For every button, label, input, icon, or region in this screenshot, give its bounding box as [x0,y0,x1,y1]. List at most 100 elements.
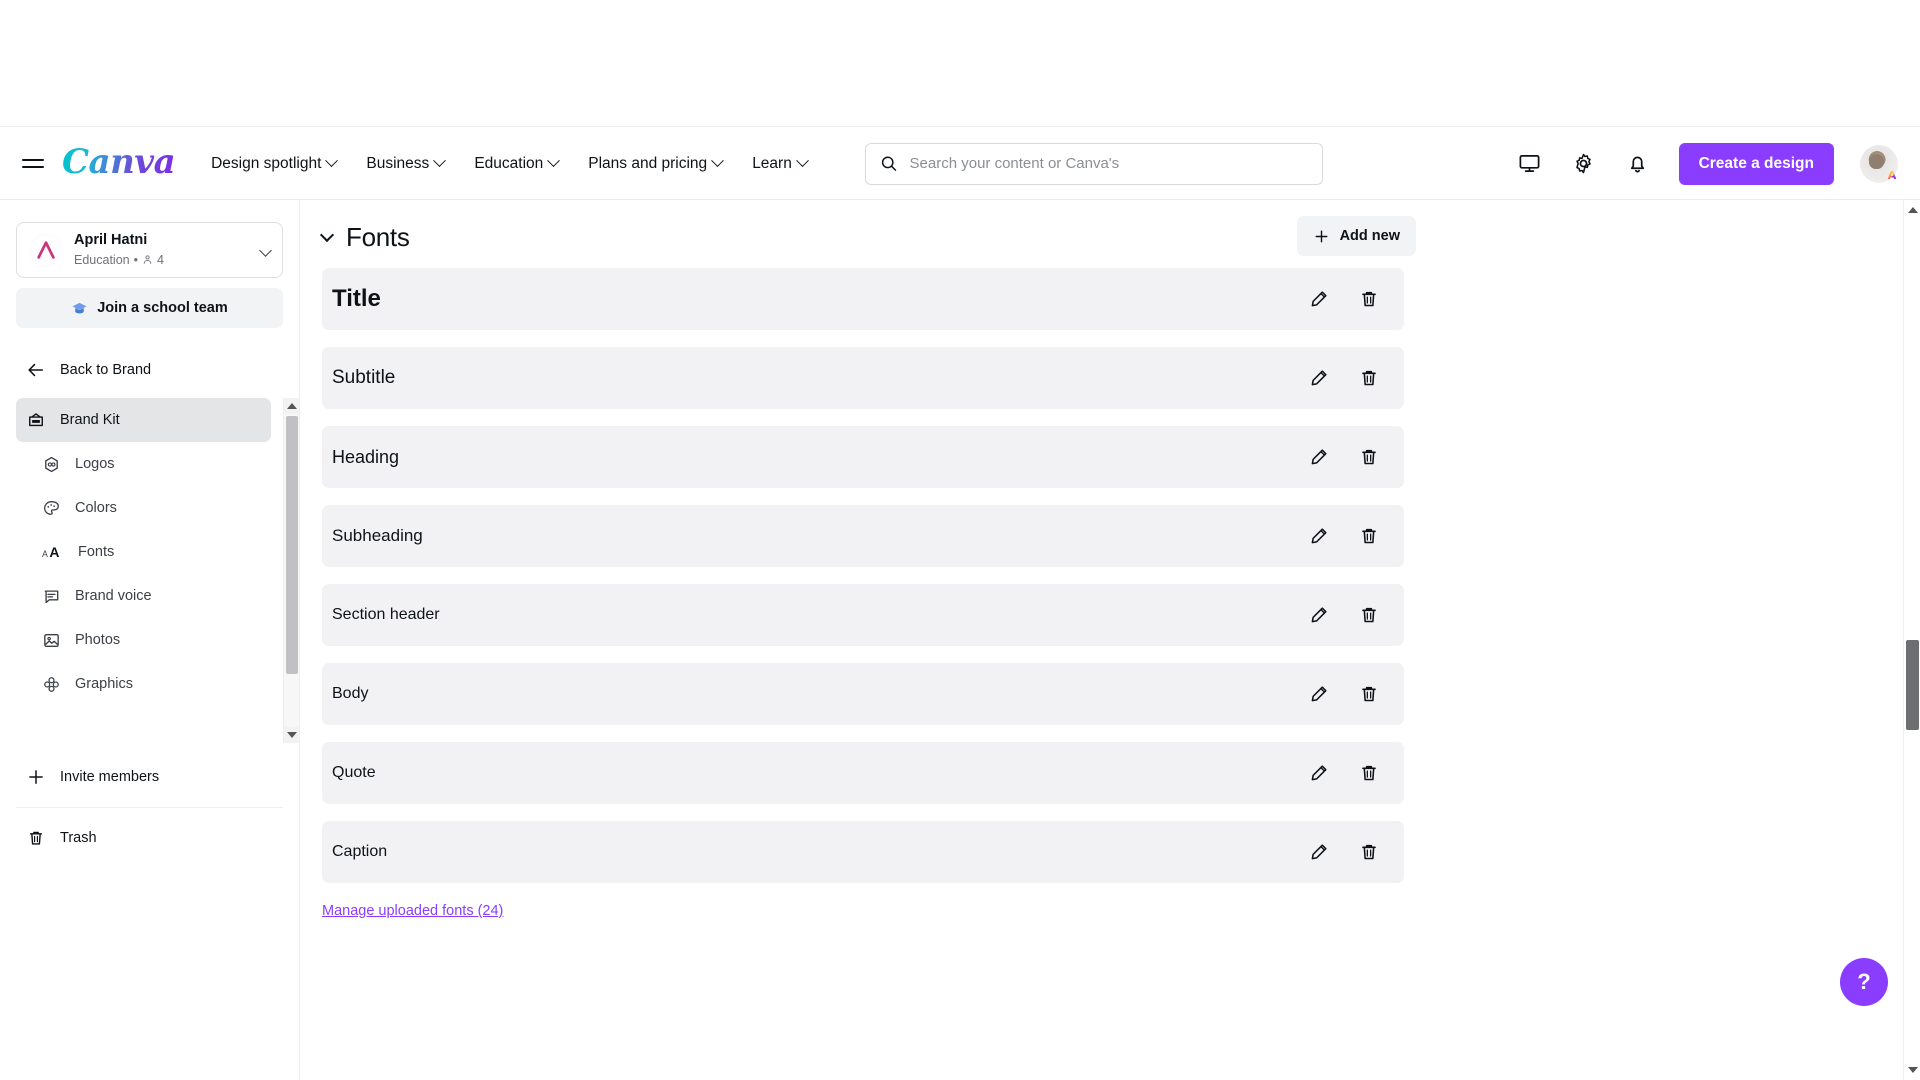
delete-icon[interactable] [1356,365,1382,391]
nav-item-design-spotlight[interactable]: Design spotlight [211,154,339,173]
sidebar-item-brand-voice[interactable]: Brand voice [16,574,271,618]
monitor-icon[interactable] [1513,147,1547,181]
chevron-down-icon [795,154,809,168]
help-button[interactable]: ? [1840,958,1888,1006]
team-name: April Hatni [74,232,148,249]
team-subtitle: Education • 4 [74,252,255,268]
gear-icon[interactable] [1567,147,1601,181]
font-style-row[interactable]: Subheading [322,505,1404,567]
delete-icon[interactable] [1356,602,1382,628]
page-title: Fonts [346,221,410,252]
hamburger-icon[interactable] [22,151,48,177]
search-icon [881,156,897,171]
sidebar-item-trash[interactable]: Trash [16,818,283,858]
page-scrollbar[interactable] [1903,200,1920,1080]
font-style-row[interactable]: Heading [322,426,1404,488]
font-style-row[interactable]: Section header [322,584,1404,646]
back-to-brand-label: Back to Brand [60,362,152,378]
sidebar-item-logos[interactable]: Logos [16,442,271,486]
avatar[interactable]: A [1860,144,1898,183]
sidebar-item-graphics[interactable]: Graphics [16,662,271,706]
nav-item-education[interactable]: Education [474,154,561,173]
nav-item-learn[interactable]: Learn [752,154,809,173]
sidebar-label: Logos [75,455,115,472]
logo-icon [45,456,58,472]
sidebar-item-photos[interactable]: Photos [16,618,271,662]
chevron-down-icon [547,154,561,168]
nav-label: Learn [752,154,792,172]
create-a-design-button[interactable]: Create a design [1678,142,1834,185]
edit-icon[interactable] [1306,681,1332,707]
page-scrollbar-thumb[interactable] [1906,640,1919,730]
delete-icon[interactable] [1356,760,1382,786]
svg-text:A: A [49,543,59,559]
scroll-down-arrow-icon[interactable] [284,727,299,743]
edit-icon[interactable] [1306,444,1332,470]
font-style-row[interactable]: Title [322,268,1404,330]
font-style-row[interactable]: Quote [322,742,1404,804]
sidebar-item-fonts[interactable]: A A Fonts [16,530,271,574]
sidebar-label: Trash [60,830,97,846]
edit-icon[interactable] [1306,365,1332,391]
nav-label: Education [474,154,544,172]
font-style-list: Title Subtitle Heading Subheading Section he… [310,268,1670,883]
edit-icon[interactable] [1306,839,1332,865]
font-style-row[interactable]: Body [322,663,1404,725]
nav-item-plans-and-pricing[interactable]: Plans and pricing [588,154,725,173]
sidebar-scrollbar-thumb[interactable] [286,416,298,674]
font-style-label: Title [332,285,381,312]
page-scroll-up-icon[interactable] [1904,202,1920,218]
nav-label: Plans and pricing [588,154,708,172]
delete-icon[interactable] [1356,286,1382,312]
bell-icon[interactable] [1621,147,1655,181]
scroll-up-arrow-icon[interactable] [284,398,299,414]
font-style-label: Heading [332,446,400,467]
chat-bubble-icon [44,589,59,603]
team-info: April Hatni Education • 4 [74,232,255,268]
person-icon [143,255,152,265]
image-icon [44,633,59,647]
search-input[interactable] [909,155,1308,172]
edit-icon[interactable] [1306,286,1332,312]
sidebar-scrollbar[interactable] [283,398,299,743]
font-style-label: Subtitle [332,367,396,388]
chevron-down-icon[interactable] [319,227,335,243]
primary-navigation: Design spotlight Business Education Plan… [211,154,809,173]
canva-brand-kit-page: Canva Design spotlight Business Educatio… [0,0,1920,1080]
main-content: Fonts Add new Title Subtitle Heading Subhea… [300,200,1920,1080]
page-scroll-down-icon[interactable] [1904,1062,1920,1078]
search-bar[interactable] [864,142,1323,185]
flower-icon [44,676,59,692]
sidebar-item-colors[interactable]: Colors [16,486,271,530]
sidebar-item-brand-kit[interactable]: Brand Kit [16,398,271,442]
font-style-row[interactable]: Subtitle [322,347,1404,409]
add-new-button[interactable]: Add new [1296,216,1416,256]
chevron-down-icon [433,154,447,168]
sidebar-item-invite-members[interactable]: Invite members [16,757,283,797]
join-a-school-team-button[interactable]: Join a school team [16,288,283,328]
font-style-row[interactable]: Caption [322,821,1404,883]
nav-item-business[interactable]: Business [366,154,447,173]
delete-icon[interactable] [1356,444,1382,470]
delete-icon[interactable] [1356,839,1382,865]
delete-icon[interactable] [1356,523,1382,549]
sidebar-nav-scroll-area: Brand Kit Logos Colors A A Fonts Brand v… [0,398,299,743]
canva-logo[interactable]: Canva [62,145,176,182]
team-selector[interactable]: April Hatni Education • 4 [16,222,283,278]
fonts-panel: Fonts Add new Title Subtitle Heading Subhea… [310,200,1670,920]
add-new-label: Add new [1339,228,1400,244]
edit-icon[interactable] [1306,760,1332,786]
app-header: Canva Design spotlight Business Educatio… [0,128,1920,200]
manage-uploaded-fonts-link[interactable]: Manage uploaded fonts (24) [322,903,503,919]
edit-icon[interactable] [1306,523,1332,549]
edit-icon[interactable] [1306,602,1332,628]
team-logo-icon [29,233,63,267]
font-style-label: Subheading [332,526,423,545]
row-actions [1306,681,1382,707]
back-to-brand-button[interactable]: Back to Brand [16,350,283,390]
browser-blank-area [0,0,1920,127]
font-style-label: Quote [332,764,376,781]
svg-text:A: A [42,548,48,558]
delete-icon[interactable] [1356,681,1382,707]
font-size-icon: A A [42,543,59,559]
